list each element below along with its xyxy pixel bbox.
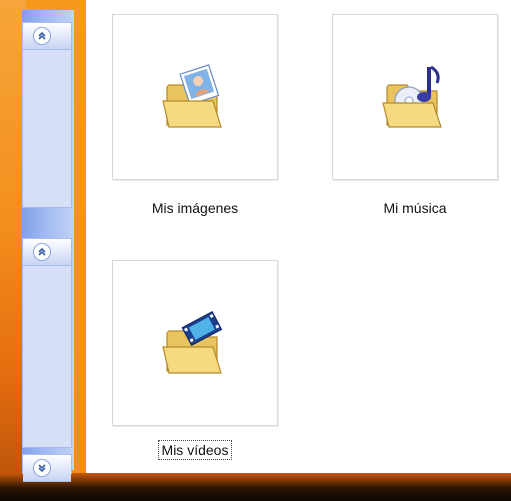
task-group-2-header[interactable] [23, 239, 71, 266]
expand-chevron-down-icon[interactable] [33, 459, 51, 477]
task-group-1-header[interactable] [23, 23, 71, 50]
folder-thumbnail[interactable] [112, 14, 278, 180]
pictures-folder-icon [162, 64, 222, 128]
collapse-chevron-up-icon[interactable] [33, 27, 51, 45]
folder-label-selected: Mis vídeos [112, 440, 278, 460]
folder-thumbnail[interactable] [332, 14, 498, 180]
folder-label-text: Mis vídeos [157, 440, 233, 460]
task-pane [22, 10, 74, 482]
folder-view: Mis imágenes Mi música Mis vídeos [86, 0, 511, 473]
task-group-3 [22, 454, 72, 482]
videos-folder-icon [162, 311, 223, 374]
folder-label: Mi música [383, 200, 447, 216]
task-group-1 [22, 22, 72, 208]
folder-label: Mis imágenes [151, 200, 239, 216]
taskbar-edge [0, 473, 511, 501]
task-group-3-header[interactable] [23, 455, 71, 482]
music-folder-icon [382, 65, 442, 128]
task-group-2 [22, 238, 72, 448]
collapse-chevron-up-icon[interactable] [33, 243, 51, 261]
folder-thumbnail[interactable] [112, 260, 278, 426]
